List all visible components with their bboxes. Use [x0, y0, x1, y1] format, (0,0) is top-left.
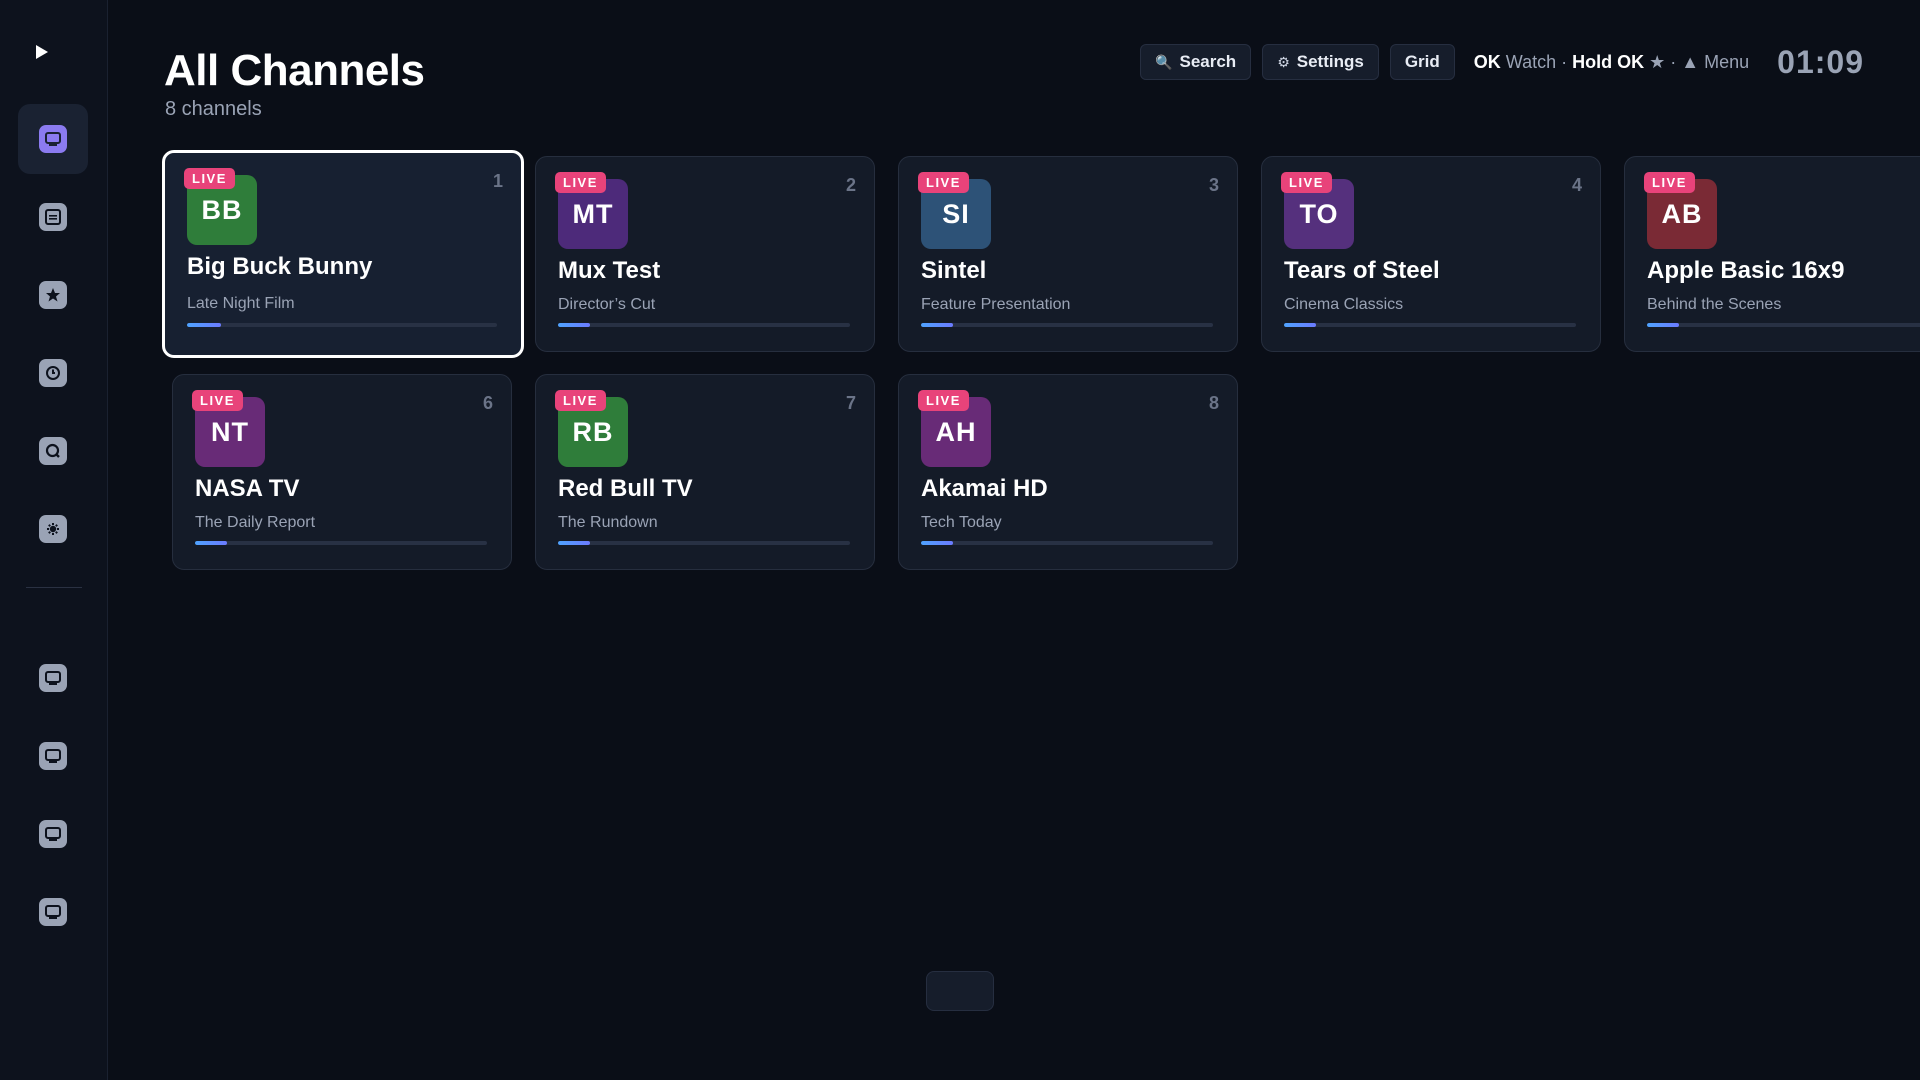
hint-menu: Menu	[1704, 51, 1750, 72]
progress-bar	[195, 541, 487, 545]
sidebar-item-settings[interactable]	[18, 494, 88, 564]
channel-number: 3	[1208, 175, 1219, 195]
channel-name: Apple Basic 16x9	[1647, 257, 1845, 284]
hint-hold-ok-key: Hold OK	[1572, 51, 1645, 72]
clock: 01:09	[1777, 43, 1864, 80]
search-button-label: Search	[1179, 52, 1237, 71]
progress-fill	[558, 541, 591, 545]
search-button[interactable]: 🔍 Search	[1140, 44, 1252, 80]
sidebar-source-1[interactable]	[18, 643, 88, 713]
progress-fill	[195, 541, 228, 545]
channel-name: NASA TV	[195, 475, 300, 502]
live-badge: LIVE	[1644, 172, 1695, 193]
list-icon	[39, 203, 67, 231]
grid-button-label: Grid	[1404, 52, 1440, 71]
live-badge: LIVE	[555, 172, 606, 193]
live-badge: LIVE	[184, 168, 235, 189]
progress-fill	[1284, 323, 1317, 327]
channel-card[interactable]: BB LIVE 1 Big Buck Bunny Late Night Film	[162, 150, 524, 358]
channel-number: 4	[1571, 175, 1582, 195]
sidebar-source-3[interactable]	[18, 799, 88, 869]
progress-bar	[921, 541, 1213, 545]
hint-ok-key: OK	[1473, 51, 1501, 72]
play-icon[interactable]	[30, 40, 54, 64]
progress-bar	[921, 323, 1213, 327]
tv-icon	[39, 898, 67, 926]
tv-icon	[39, 125, 67, 153]
sidebar-item-channels[interactable]	[18, 104, 88, 174]
star-icon: ★	[1649, 51, 1666, 72]
live-badge: LIVE	[555, 390, 606, 411]
program-title: The Daily Report	[195, 514, 316, 531]
tv-icon	[39, 742, 67, 770]
sidebar-item-guide[interactable]	[18, 182, 88, 252]
channel-card[interactable]: MT LIVE 2 Mux Test Director’s Cut	[535, 156, 875, 352]
channel-card[interactable]: ABLIVE5Apple Basic 16x9Behind the Scenes	[1624, 156, 1920, 352]
channel-name: Big Buck Bunny	[187, 253, 373, 280]
remote-hint: OK Watch · Hold OK ★ · ▲ Menu	[1473, 51, 1750, 72]
gear-icon: ⚙	[1277, 53, 1290, 70]
sidebar-item-search[interactable]	[18, 416, 88, 486]
star-icon	[39, 281, 67, 309]
live-badge: LIVE	[918, 172, 969, 193]
channel-name: Red Bull TV	[558, 475, 693, 502]
live-badge: LIVE	[192, 390, 243, 411]
sidebar-source-4[interactable]	[18, 877, 88, 947]
live-badge: LIVE	[1281, 172, 1332, 193]
channel-card[interactable]: AH LIVE 8 Akamai HD Tech Today	[898, 374, 1238, 570]
page-title: All Channels	[164, 46, 425, 95]
live-badge: LIVE	[918, 390, 969, 411]
progress-bar	[1284, 323, 1576, 327]
channel-number: 7	[845, 393, 856, 413]
progress-fill	[921, 541, 954, 545]
settings-button-label: Settings	[1296, 52, 1364, 71]
search-icon	[39, 437, 67, 465]
channel-card[interactable]: TO LIVE 4 Tears of Steel Cinema Classics	[1261, 156, 1601, 352]
progress-fill	[1647, 323, 1680, 327]
program-title: Late Night Film	[187, 295, 295, 312]
hint-watch: Watch	[1505, 51, 1557, 72]
sidebar-source-2[interactable]	[18, 721, 88, 791]
sidebar-divider	[26, 587, 82, 588]
sidebar-item-recent[interactable]	[18, 338, 88, 408]
progress-bar	[558, 541, 850, 545]
sidebar	[0, 0, 108, 1080]
progress-fill	[921, 323, 954, 327]
channel-number: 8	[1208, 393, 1219, 413]
progress-bar	[187, 323, 497, 327]
app-root: All Channels 8 channels 🔍 Search ⚙ Setti…	[0, 0, 1920, 1080]
channel-card[interactable]: NT LIVE 6 NASA TV The Daily Report	[172, 374, 512, 570]
program-title: Tech Today	[921, 514, 1002, 531]
progress-bar	[558, 323, 850, 327]
channel-number: 2	[845, 175, 856, 195]
channel-card[interactable]: SI LIVE 3 Sintel Feature Presentation	[898, 156, 1238, 352]
progress-bar	[1647, 323, 1920, 327]
search-icon: 🔍	[1155, 53, 1173, 70]
channel-name: Tears of Steel	[1284, 257, 1440, 284]
gear-icon	[39, 515, 67, 543]
bottom-indicator[interactable]	[926, 971, 994, 1011]
sidebar-item-favorites[interactable]	[18, 260, 88, 330]
channel-number: 6	[482, 393, 493, 413]
tv-icon	[39, 664, 67, 692]
channel-name: Mux Test	[558, 257, 661, 284]
channel-card[interactable]: RB LIVE 7 Red Bull TV The Rundown	[535, 374, 875, 570]
progress-fill	[187, 323, 222, 327]
program-title: Behind the Scenes	[1647, 296, 1782, 313]
tv-icon	[39, 820, 67, 848]
settings-button[interactable]: ⚙ Settings	[1262, 44, 1379, 80]
channel-name: Akamai HD	[921, 475, 1048, 502]
channel-count: 8 channels	[165, 98, 262, 120]
program-title: The Rundown	[558, 514, 658, 531]
arrow-up-icon: ▲	[1681, 51, 1700, 72]
grid-button[interactable]: Grid	[1389, 44, 1455, 80]
channel-number: 1	[492, 171, 503, 191]
channel-name: Sintel	[921, 257, 987, 284]
progress-fill	[558, 323, 591, 327]
top-toolbar: 🔍 Search ⚙ Settings Grid OK Watch · Hold…	[1140, 44, 1864, 80]
program-title: Director’s Cut	[558, 296, 656, 313]
clock-icon	[39, 359, 67, 387]
program-title: Feature Presentation	[921, 296, 1071, 313]
program-title: Cinema Classics	[1284, 296, 1404, 313]
